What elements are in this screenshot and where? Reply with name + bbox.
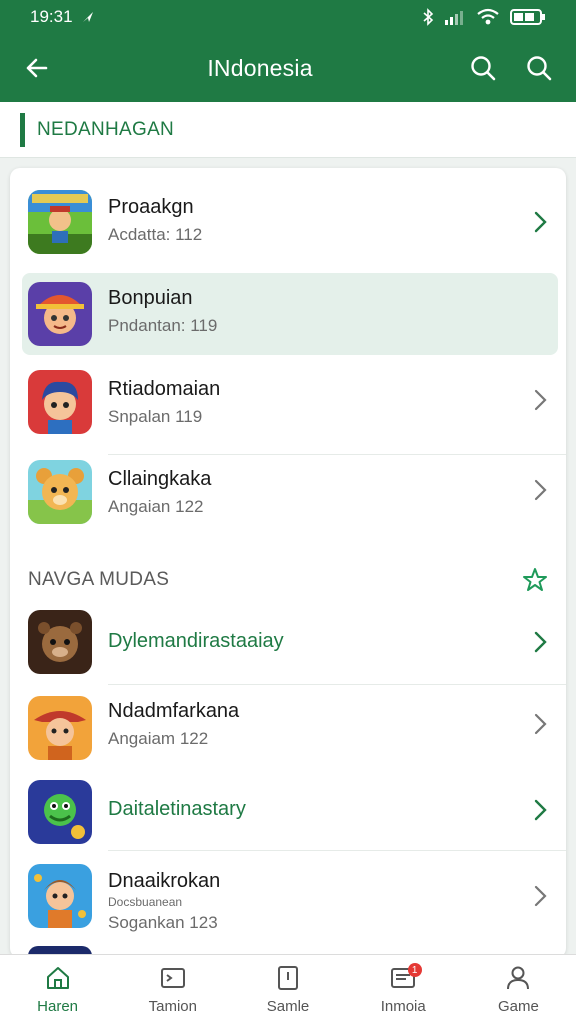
home-icon (46, 967, 69, 989)
list-item[interactable]: Rtiadomaian Snpalan 119 (10, 366, 566, 454)
chevron-right-icon (534, 631, 547, 653)
nav-item-home[interactable]: Haren (0, 955, 115, 1024)
game-title: Cllaingkaka (108, 468, 212, 490)
toolbar: INdonesia (0, 34, 576, 102)
game-title: Dnaaikrokan (108, 870, 221, 892)
status-bar: 19:31 (0, 0, 576, 34)
search-icon (471, 56, 496, 81)
bottom-navigation: Haren Tamion Samle 1 Inmoia Game (0, 954, 576, 1024)
list-item[interactable]: Daitaletinastary (10, 774, 566, 858)
list-item[interactable]: Proaakgn Acdatta: 112 (10, 178, 566, 266)
search-button-secondary[interactable] (522, 51, 556, 85)
section-title: NEDANHAGAN (37, 118, 175, 140)
nav-label: Game (497, 998, 539, 1015)
person-icon (507, 966, 530, 990)
section-accent-bar (20, 112, 25, 147)
chevron-right-icon (534, 713, 547, 735)
chevron-right-icon (534, 389, 547, 411)
subsection-header: NAVGA MUDAS (10, 560, 566, 600)
game-subtitle: Angaian 122 (108, 497, 204, 516)
search-button[interactable] (466, 51, 500, 85)
list-item-selected[interactable]: Bonpuian Pndantan: 119 (10, 273, 566, 355)
nav-item-profile[interactable]: Game (461, 955, 576, 1024)
location-arrow-icon (82, 12, 93, 22)
game-title: Bonpuian (108, 287, 193, 309)
battery-icon (510, 9, 545, 25)
game-caption: Docsbuanean (108, 895, 183, 909)
back-button[interactable] (20, 51, 54, 85)
game-title: Daitaletinastary (108, 798, 246, 820)
chevron-right-icon (534, 211, 547, 233)
status-time: 19:31 (30, 7, 73, 26)
list-item[interactable]: Dylemandirastaaiay (10, 600, 566, 684)
subsection-title: NAVGA MUDAS (28, 569, 170, 590)
star-icon[interactable] (522, 567, 548, 593)
nav-label: Samle (266, 998, 310, 1015)
arrow-left-icon (26, 58, 48, 78)
nav-label: Tamion (148, 998, 197, 1015)
app-bar: 19:31 INdonesia (0, 0, 576, 102)
divider (108, 454, 566, 455)
divider (108, 850, 566, 851)
game-icon-pirate (28, 282, 92, 346)
game-subtitle: Snpalan 119 (108, 407, 203, 426)
notification-badge: 1 (407, 963, 422, 977)
game-title: Proaakgn (108, 196, 194, 218)
game-subtitle: Angaiam 122 (108, 729, 209, 748)
list-item[interactable]: Cllaingkaka Angaian 122 (10, 458, 566, 546)
game-subtitle: Sogankan 123 (108, 913, 218, 932)
chevron-right-icon (534, 479, 547, 501)
section-header: NEDANHAGAN (0, 102, 576, 158)
bluetooth-icon (423, 8, 434, 26)
game-icon-hero (28, 370, 92, 434)
nav-item-book[interactable]: Samle (230, 955, 345, 1024)
game-title: Ndadmfarkana (108, 700, 240, 722)
signal-icon (445, 11, 463, 25)
nav-item-inbox[interactable]: 1 Inmoia (346, 955, 461, 1024)
game-list-card: Proaakgn Acdatta: 112 Bonpuian Pndantan:… (10, 168, 566, 958)
chevron-right-icon (534, 799, 547, 821)
divider (108, 684, 566, 685)
game-icon-dino (28, 780, 92, 844)
list-item[interactable]: Dnaaikrokan Docsbuanean Sogankan 123 (10, 858, 566, 948)
list-item[interactable]: Ndadmfarkana Angaiam 122 (10, 686, 566, 774)
game-title: Rtiadomaian (108, 378, 221, 400)
search-icon (527, 56, 552, 81)
nav-item-terminal[interactable]: Tamion (115, 955, 230, 1024)
game-icon-farmer (28, 190, 92, 254)
game-icon-adventurer (28, 864, 92, 928)
game-subtitle: Pndantan: 119 (108, 316, 218, 335)
wifi-icon (477, 8, 499, 25)
game-icon-monster (28, 610, 92, 674)
book-icon (278, 966, 298, 990)
game-title: Dylemandirastaaiay (108, 630, 284, 652)
chevron-right-icon (534, 885, 547, 907)
page-title: INdonesia (207, 54, 313, 81)
game-icon-cowboy (28, 696, 92, 760)
nav-label: Inmoia (380, 998, 426, 1015)
game-subtitle: Acdatta: 112 (108, 225, 203, 244)
nav-label: Haren (37, 998, 79, 1015)
terminal-icon (160, 968, 185, 988)
game-icon-bear (28, 460, 92, 524)
